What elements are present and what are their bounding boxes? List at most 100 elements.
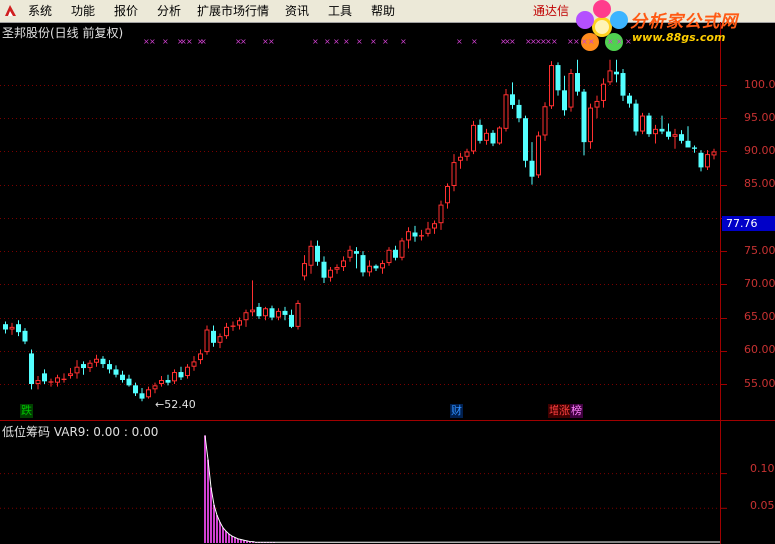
menu-system[interactable]: 系统 [28, 3, 52, 19]
candle-body-down [29, 353, 34, 384]
candle-body-up [237, 320, 242, 326]
candle-body-down [113, 369, 119, 375]
menu-tools[interactable]: 工具 [328, 3, 352, 19]
candle-body-down [659, 128, 665, 132]
candle-body-up [542, 106, 548, 136]
candle-body-up [451, 162, 457, 186]
signal-marker: × [343, 37, 350, 46]
candle-body-up [328, 269, 333, 278]
signal-marker: × [333, 37, 340, 46]
event-finance[interactable]: 财 [450, 404, 463, 418]
candle-body-down [133, 385, 138, 394]
app-logo-icon[interactable] [3, 3, 18, 18]
candle-body-down [100, 358, 106, 365]
signal-marker: × [607, 37, 614, 46]
price-tick: 70.00 [744, 277, 775, 290]
candle-body-down [42, 373, 47, 382]
candle-body-down [354, 251, 359, 254]
candle-body-down [679, 134, 684, 141]
candle-body-down [139, 393, 145, 399]
candle-body-down [620, 73, 626, 96]
signal-marker: × [356, 37, 363, 46]
signal-marker: × [370, 37, 377, 46]
candle-body-up [146, 389, 151, 398]
candle-body-down [178, 372, 184, 378]
indicator-title: 低位筹码 VAR9: 0.00 : 0.00 [2, 425, 159, 439]
candle-body-down [516, 104, 522, 119]
candle-body-down [477, 124, 483, 141]
candle-body-down [315, 245, 320, 262]
menu-help[interactable]: 帮助 [371, 3, 395, 19]
menu-function[interactable]: 功能 [71, 3, 95, 19]
price-tick: 85.00 [744, 177, 775, 190]
event-fall[interactable]: 跌 [20, 404, 33, 418]
signal-markers: × × × × × × × × × × × × × × × × × × × × × × × × × × × × × × × × × × × × × × [0, 37, 720, 47]
signal-marker: × [456, 37, 463, 46]
signal-marker: × [509, 37, 516, 46]
candle-body-up [152, 385, 158, 390]
signal-marker: × [200, 37, 207, 46]
broker-name: 通达信 [533, 4, 570, 18]
candle-body-up [399, 240, 405, 258]
menu-analysis[interactable]: 分析 [157, 3, 181, 19]
candle-body-up [68, 373, 73, 377]
candle-body-up [185, 366, 190, 377]
candle-body-up [217, 336, 223, 343]
candle-body-up [191, 361, 197, 367]
signal-marker: × [471, 37, 478, 46]
candle-body-up [406, 231, 411, 241]
candle-body-up [9, 326, 15, 330]
candle-body-up [497, 127, 502, 144]
candle-body-up [445, 185, 450, 204]
candle-body-up [367, 265, 372, 273]
candle-body-up [276, 310, 281, 318]
indicator-tick: 0.10 [750, 462, 775, 475]
candle-body-up [295, 302, 301, 327]
candle-body-up [159, 380, 164, 385]
candle-body-down [321, 261, 327, 278]
menu-news[interactable]: 资讯 [285, 3, 309, 19]
candle-body-down [120, 374, 125, 381]
candle-body-down [256, 306, 262, 317]
candle-body-up [705, 154, 710, 168]
candle-body-down [633, 103, 639, 132]
price-tick: 65.00 [744, 310, 775, 323]
candle-body-up [568, 73, 574, 108]
event-list[interactable]: 榜 [570, 404, 583, 418]
signal-marker: × [382, 37, 389, 46]
candle-body-down [3, 324, 8, 330]
candle-body-up [386, 249, 392, 264]
menu-quote[interactable]: 报价 [114, 3, 138, 19]
candle-body-down [289, 314, 294, 327]
indicator-tick: 0.05 [750, 499, 775, 512]
candle-body-up [653, 128, 658, 135]
candle-body-up [594, 100, 600, 108]
low-price-marker: ←52.40 [155, 398, 196, 411]
signal-marker: × [551, 37, 558, 46]
candle-body-up [380, 263, 385, 269]
signal-marker: × [324, 37, 331, 46]
candle-body-up [224, 326, 229, 337]
candle-body-up [484, 132, 489, 141]
kline-chart[interactable] [0, 22, 775, 544]
candle-body-down [22, 330, 28, 342]
candle-body-up [588, 107, 593, 143]
candle-body-down [614, 71, 619, 75]
menu-extended-market[interactable]: 扩展市场行情 [197, 3, 269, 19]
candle-series [3, 59, 717, 402]
candle-body-up [334, 267, 340, 270]
signal-marker: × [581, 37, 588, 46]
indicator-series [204, 435, 721, 543]
signal-marker: × [400, 37, 407, 46]
price-tick: 100.0 [744, 78, 775, 91]
candle-body-up [438, 204, 444, 224]
candle-body-down [685, 140, 691, 148]
candle-body-down [107, 364, 112, 370]
signal-marker: × [573, 37, 580, 46]
candle-body-down [126, 378, 132, 386]
signal-marker: × [186, 37, 193, 46]
signal-marker: × [625, 37, 632, 46]
candle-body-up [471, 124, 476, 152]
candle-body-down [81, 364, 86, 369]
candle-body-down [393, 249, 398, 258]
